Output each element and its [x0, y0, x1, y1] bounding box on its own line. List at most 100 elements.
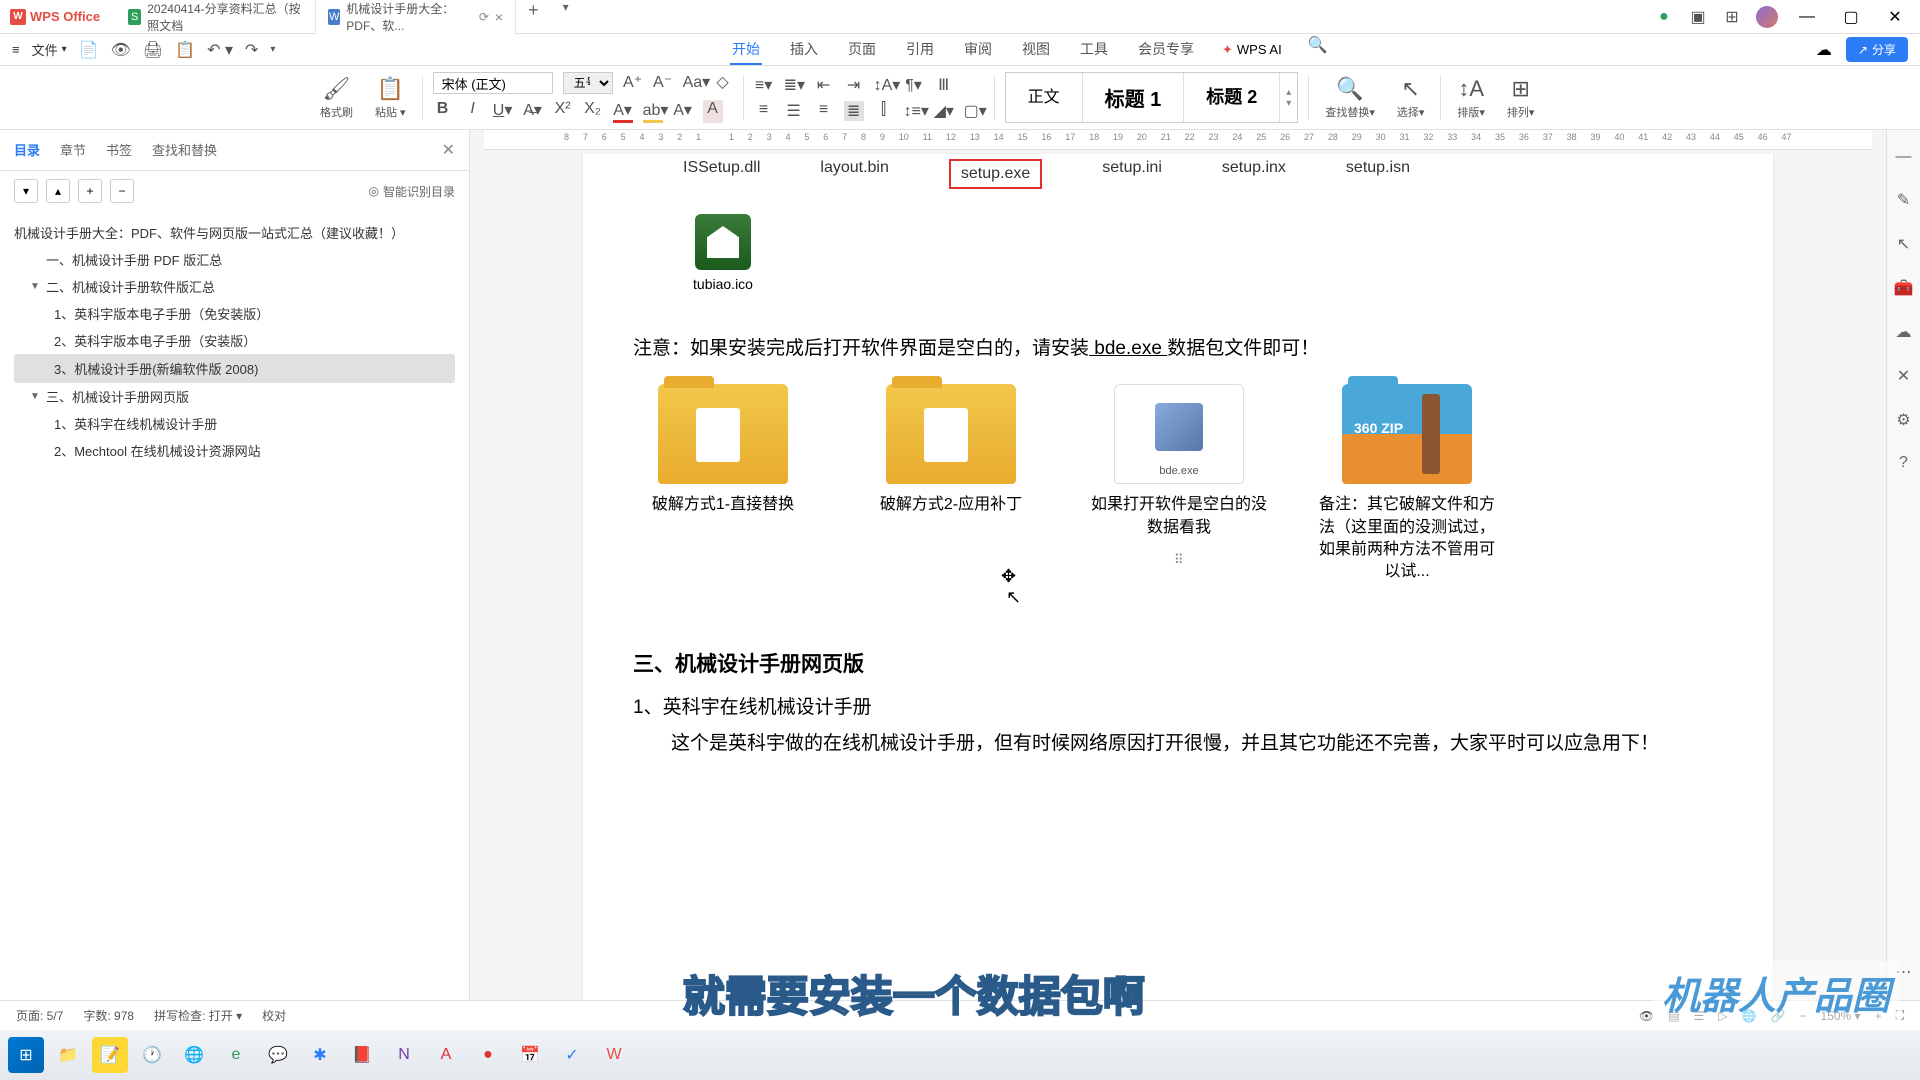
format-painter[interactable]: 🖌 格式刷	[314, 76, 359, 120]
outline-item[interactable]: ▼二、机械设计手册软件版汇总	[14, 273, 455, 300]
clear-format-icon[interactable]: ◇	[713, 72, 733, 94]
subscript-icon[interactable]: X₂	[583, 100, 603, 123]
font-dialog-icon[interactable]: A	[703, 100, 723, 123]
search-icon[interactable]: 🔍	[1308, 35, 1328, 65]
strike-icon[interactable]: A̶▾	[523, 100, 543, 123]
sidebar-tab-chapter[interactable]: 章节	[60, 140, 86, 160]
select[interactable]: ↖ 选择▾	[1391, 76, 1431, 120]
cloud-icon[interactable]: ☁	[1816, 40, 1832, 60]
autocad-icon[interactable]: A	[428, 1037, 464, 1073]
up-button[interactable]: ▴	[46, 179, 70, 203]
align-center-icon[interactable]: ☰	[784, 101, 804, 121]
apps-icon[interactable]: ⊞	[1722, 7, 1742, 27]
menu-view[interactable]: 视图	[1020, 35, 1052, 65]
app-icon[interactable]: ✱	[302, 1037, 338, 1073]
paste[interactable]: 📋 粘贴 ▾	[369, 76, 412, 120]
font-color-icon[interactable]: A▾	[613, 100, 633, 123]
highlight-icon[interactable]: ab▾	[643, 100, 663, 123]
document-canvas[interactable]: 8765432112345678910111213141516171819202…	[470, 130, 1886, 1000]
print-preview-icon[interactable]: 👁	[111, 40, 131, 60]
menu-tools[interactable]: 工具	[1078, 35, 1110, 65]
menu-review[interactable]: 审阅	[962, 35, 994, 65]
print-icon[interactable]: 🖨	[143, 40, 163, 60]
close-icon[interactable]: ✕	[442, 140, 455, 160]
help-icon[interactable]: ?	[1899, 454, 1908, 472]
outline-item[interactable]: ▼三、机械设计手册网页版	[14, 383, 455, 410]
settings-icon[interactable]: ⚙	[1896, 410, 1910, 430]
outline-item[interactable]: 3、机械设计手册(新编软件版 2008)	[14, 354, 455, 383]
decrease-indent-icon[interactable]: ⇤	[814, 75, 834, 95]
show-marks-icon[interactable]: ¶▾	[904, 75, 924, 95]
distribute-icon[interactable]: ⫿	[874, 101, 894, 121]
menu-start[interactable]: 开始	[730, 35, 762, 65]
wps-ai[interactable]: ✦ WPS AI	[1222, 35, 1282, 65]
layout-icon[interactable]: ▣	[1688, 7, 1708, 27]
maximize-button[interactable]: ▢	[1836, 7, 1866, 27]
outline-item[interactable]: 2、Mechtool 在线机械设计资源网站	[14, 437, 455, 464]
paragraph[interactable]: 这个是英科宇做的在线机械设计手册，但有时候网络原因打开很慢，并且其它功能还不完善…	[633, 726, 1723, 762]
note-paragraph[interactable]: 注意：如果安装完成后打开软件界面是空白的，请安装 bde.exe 数据包文件即可…	[633, 322, 1723, 384]
doc-tab-0[interactable]: S 20240414-分享资料汇总（按照文档	[116, 0, 316, 34]
export-icon[interactable]: 📋	[175, 40, 195, 60]
italic-icon[interactable]: I	[463, 100, 483, 123]
tools-icon[interactable]: ✕	[1897, 366, 1910, 386]
menu-page[interactable]: 页面	[846, 35, 878, 65]
wechat-icon[interactable]: 💬	[260, 1037, 296, 1073]
explorer-icon[interactable]: 📁	[50, 1037, 86, 1073]
collapse-icon[interactable]: —	[1896, 148, 1912, 166]
sidebar-tab-toc[interactable]: 目录	[14, 140, 40, 160]
tab-menu-button[interactable]: ▾	[551, 0, 581, 34]
file-menu[interactable]: 文件 ▾	[32, 40, 67, 59]
menu-insert[interactable]: 插入	[788, 35, 820, 65]
menu-reference[interactable]: 引用	[904, 35, 936, 65]
cloud-icon[interactable]: ☁	[1896, 322, 1912, 342]
style-down-icon[interactable]: ▾	[1286, 98, 1291, 109]
styles-gallery[interactable]: 正文 标题 1 标题 2 ▴ ▾	[1005, 72, 1299, 123]
bullets-icon[interactable]: ≡▾	[754, 75, 774, 95]
sidebar-tab-find[interactable]: 查找和替换	[152, 140, 217, 160]
decrease-font-icon[interactable]: A⁻	[653, 72, 673, 94]
refresh-icon[interactable]: ⟳	[479, 10, 489, 24]
layout[interactable]: ↕A 排版▾	[1451, 76, 1491, 120]
outline-item[interactable]: 2、英科宇版本电子手册（安装版）	[14, 327, 455, 354]
user-avatar[interactable]	[1756, 6, 1778, 28]
hamburger-icon[interactable]: ≡	[12, 42, 20, 57]
increase-font-icon[interactable]: A⁺	[623, 72, 643, 94]
outline-item[interactable]: 机械设计手册大全：PDF、软件与网页版一站式汇总（建议收藏！）	[14, 219, 455, 246]
record-icon[interactable]: ●	[470, 1037, 506, 1073]
onenote-icon[interactable]: N	[386, 1037, 422, 1073]
page-indicator[interactable]: 页面: 5/7	[16, 1007, 63, 1024]
ie-icon[interactable]: e	[218, 1037, 254, 1073]
outline-item[interactable]: 一、机械设计手册 PDF 版汇总	[14, 246, 455, 273]
pdf-icon[interactable]: 📕	[344, 1037, 380, 1073]
dropdown-icon[interactable]: ▾	[270, 44, 275, 55]
toolbox-icon[interactable]: 🧰	[1894, 278, 1914, 298]
sidebar-tab-bookmark[interactable]: 书签	[106, 140, 132, 160]
align-left-icon[interactable]: ≡	[754, 101, 774, 121]
notification-icon[interactable]: ●	[1654, 7, 1674, 27]
sort-icon[interactable]: ↕A▾	[874, 75, 894, 95]
arrange[interactable]: ⊞ 排列▾	[1501, 76, 1541, 120]
align-right-icon[interactable]: ≡	[814, 101, 834, 121]
doc-tab-1[interactable]: W 机械设计手册大全：PDF、软... ⟳ ×	[316, 0, 516, 34]
app-logo[interactable]: W WPS Office	[10, 9, 100, 25]
numbering-icon[interactable]: ≣▾	[784, 75, 804, 95]
chevron-down-icon[interactable]: ▼	[30, 281, 42, 292]
style-h2[interactable]: 标题 2	[1184, 73, 1280, 122]
heading-3[interactable]: 三、机械设计手册网页版	[633, 634, 1723, 686]
font-effects-icon[interactable]: A▾	[673, 100, 693, 123]
pointer-icon[interactable]: ↖	[1897, 234, 1910, 254]
edge-icon[interactable]: 🌐	[176, 1037, 212, 1073]
paragraph[interactable]: 1、英科宇在线机械设计手册	[633, 686, 1723, 726]
spell-check[interactable]: 拼写检查: 打开 ▾	[154, 1007, 242, 1024]
font-size-select[interactable]: 五号	[563, 72, 613, 94]
menu-member[interactable]: 会员专享	[1136, 35, 1196, 65]
increase-indent-icon[interactable]: ⇥	[844, 75, 864, 95]
style-h1[interactable]: 标题 1	[1083, 73, 1185, 122]
underline-icon[interactable]: U▾	[493, 100, 513, 123]
save-icon[interactable]: 📄	[79, 40, 99, 60]
calendar-icon[interactable]: 📅	[512, 1037, 548, 1073]
start-button[interactable]: ⊞	[8, 1037, 44, 1073]
word-count[interactable]: 字数: 978	[83, 1007, 134, 1024]
superscript-icon[interactable]: X²	[553, 100, 573, 123]
